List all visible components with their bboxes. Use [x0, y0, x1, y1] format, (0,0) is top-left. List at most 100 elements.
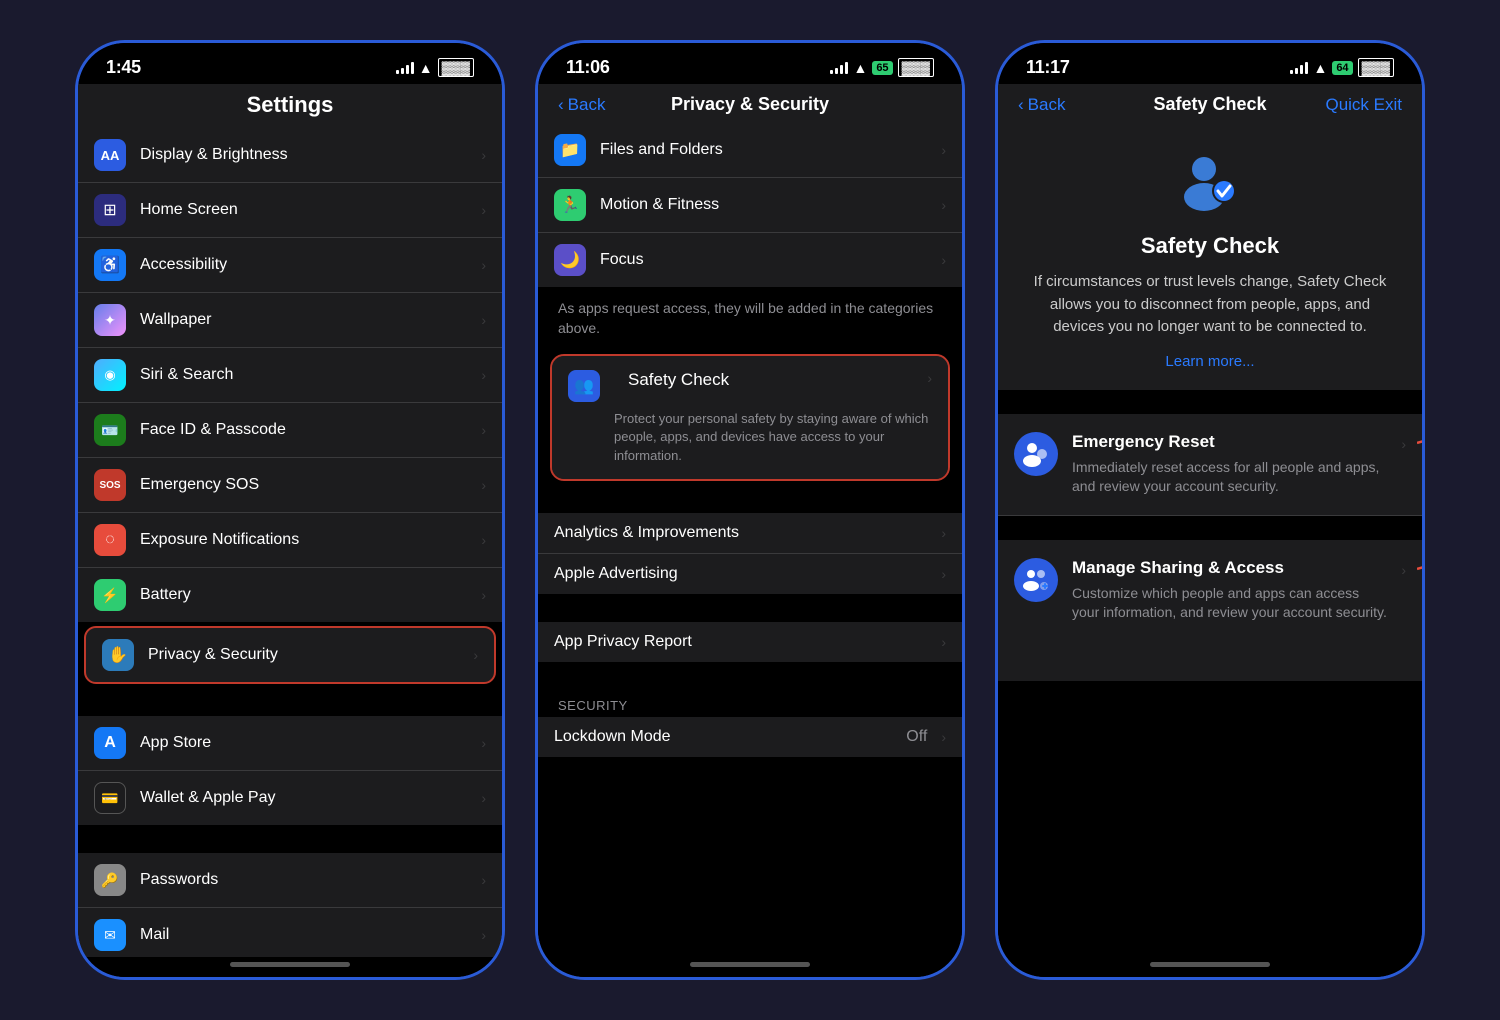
privacy-section-wrapper: ✋ Privacy & Security › — [78, 622, 502, 688]
manage-sharing-item[interactable]: Manage Sharing & Access Customize which … — [998, 540, 1422, 641]
privacy-title: Privacy & Security — [671, 94, 829, 115]
safety-check-content: Safety Check If circumstances or trust l… — [998, 123, 1422, 957]
settings-item-wallet[interactable]: 💳 Wallet & Apple Pay › — [78, 771, 502, 825]
mail-chevron: › — [481, 927, 486, 943]
homescreen-icon: ⊞ — [94, 194, 126, 226]
settings-item-privacy-report[interactable]: App Privacy Report › — [538, 622, 962, 662]
red-arrow-1 — [1417, 428, 1422, 458]
files-label: Files and Folders — [600, 141, 933, 159]
emergency-reset-item[interactable]: Emergency Reset Immediately reset access… — [998, 414, 1422, 516]
home-indicator-3 — [998, 957, 1422, 977]
exposure-label: Exposure Notifications — [140, 531, 473, 549]
lockdown-value: Off — [906, 728, 927, 746]
passwords-chevron: › — [481, 872, 486, 888]
back-label-2: Back — [568, 95, 606, 115]
settings-item-advertising[interactable]: Apple Advertising › — [538, 554, 962, 594]
learn-more-link[interactable]: Learn more... — [1165, 353, 1254, 370]
emergency-reset-icon — [1014, 432, 1058, 476]
lockdown-chevron: › — [941, 729, 946, 745]
privacy-label: Privacy & Security — [148, 646, 465, 664]
safety-hero-icon — [1178, 153, 1242, 217]
display-label: Display & Brightness — [140, 146, 473, 164]
fitness-icon: 🏃 — [554, 189, 586, 221]
phone-1: 1:45 ▲ ▓▓▓ Settings AA Display & Brightn… — [75, 40, 505, 980]
settings-item-analytics[interactable]: Analytics & Improvements › — [538, 513, 962, 554]
safety-hero-title: Safety Check — [1141, 233, 1279, 259]
battery-icon-3: ▓▓▓ — [1358, 58, 1394, 77]
advertising-label: Apple Advertising — [554, 565, 933, 583]
settings-item-focus[interactable]: 🌙 Focus › — [538, 233, 962, 287]
red-arrow-2 — [1417, 554, 1422, 584]
settings-item-privacy[interactable]: ✋ Privacy & Security › — [84, 626, 496, 684]
emergency-reset-title: Emergency Reset — [1072, 432, 1387, 452]
home-indicator-2 — [538, 957, 962, 977]
battery-icon: ▓▓▓ — [438, 58, 474, 77]
display-chevron: › — [481, 147, 486, 163]
settings-item-homescreen[interactable]: ⊞ Home Screen › — [78, 183, 502, 238]
wifi-icon-3: ▲ — [1313, 60, 1327, 76]
settings-item-passwords[interactable]: 🔑 Passwords › — [78, 853, 502, 908]
appstore-label: App Store — [140, 734, 473, 752]
signal-icon — [396, 62, 414, 74]
wallpaper-chevron: › — [481, 312, 486, 328]
wallpaper-label: Wallpaper — [140, 311, 473, 329]
manage-sharing-desc: Customize which people and apps can acce… — [1072, 584, 1387, 623]
privacy-chevron: › — [473, 647, 478, 663]
settings-item-mail[interactable]: ✉ Mail › — [78, 908, 502, 957]
security-section-label: SECURITY — [538, 690, 962, 717]
phone-3: 11:17 ▲ 64 ▓▓▓ ‹ Back Safety Check Quick… — [995, 40, 1425, 980]
mail-label: Mail — [140, 926, 473, 944]
settings-item-wallpaper[interactable]: ✦ Wallpaper › — [78, 293, 502, 348]
homescreen-label: Home Screen — [140, 201, 473, 219]
wallet-label: Wallet & Apple Pay — [140, 789, 473, 807]
safety-check-label: Safety Check — [628, 370, 905, 390]
section-other: Analytics & Improvements › Apple Adverti… — [538, 513, 962, 594]
privacy-report-chevron: › — [941, 634, 946, 650]
settings-item-fitness[interactable]: 🏃 Motion & Fitness › — [538, 178, 962, 233]
settings-item-files[interactable]: 📁 Files and Folders › — [538, 123, 962, 178]
back-button-2[interactable]: ‹ Back — [558, 95, 605, 115]
lockdown-label: Lockdown Mode — [554, 728, 906, 746]
quick-exit-button[interactable]: Quick Exit — [1325, 95, 1402, 115]
section-display-group: AA Display & Brightness › ⊞ Home Screen … — [78, 128, 502, 622]
accessibility-label: Accessibility — [140, 256, 473, 274]
status-icons-3: ▲ 64 ▓▓▓ — [1290, 58, 1394, 77]
time-3: 11:17 — [1026, 57, 1070, 78]
exposure-icon: ◌ — [94, 524, 126, 556]
sos-chevron: › — [481, 477, 486, 493]
settings-item-exposure[interactable]: ◌ Exposure Notifications › — [78, 513, 502, 568]
safety-check-chevron: › — [927, 370, 932, 386]
fitness-chevron: › — [941, 197, 946, 213]
passwords-icon: 🔑 — [94, 864, 126, 896]
battery-icon-2: ▓▓▓ — [898, 58, 934, 77]
wifi-icon: ▲ — [419, 60, 433, 76]
settings-item-appstore[interactable]: A App Store › — [78, 716, 502, 771]
sos-icon: SOS — [94, 469, 126, 501]
files-chevron: › — [941, 142, 946, 158]
safety-check-item[interactable]: 👥 Safety Check › — [552, 356, 948, 410]
focus-icon: 🌙 — [554, 244, 586, 276]
settings-item-accessibility[interactable]: ♿ Accessibility › — [78, 238, 502, 293]
safety-check-box[interactable]: 👥 Safety Check › Protect your personal s… — [550, 354, 950, 481]
settings-item-display[interactable]: AA Display & Brightness › — [78, 128, 502, 183]
settings-item-faceid[interactable]: 🪪 Face ID & Passcode › — [78, 403, 502, 458]
status-bar-3: 11:17 ▲ 64 ▓▓▓ — [998, 43, 1422, 84]
signal-icon-2 — [830, 62, 848, 74]
safety-hero-desc: If circumstances or trust levels change,… — [1026, 271, 1394, 339]
mail-icon: ✉ — [94, 919, 126, 951]
time-1: 1:45 — [106, 57, 141, 78]
battery-badge-3: 64 — [1332, 61, 1352, 75]
siri-chevron: › — [481, 367, 486, 383]
manage-sharing-icon — [1014, 558, 1058, 602]
settings-item-battery[interactable]: ⚡ Battery › — [78, 568, 502, 622]
faceid-icon: 🪪 — [94, 414, 126, 446]
security-section: SECURITY Lockdown Mode Off › — [538, 690, 962, 757]
back-chevron-2: ‹ — [558, 95, 564, 115]
settings-item-lockdown[interactable]: Lockdown Mode Off › — [538, 717, 962, 757]
settings-item-siri[interactable]: ◉ Siri & Search › — [78, 348, 502, 403]
settings-item-sos[interactable]: SOS Emergency SOS › — [78, 458, 502, 513]
battery-settings-icon: ⚡ — [94, 579, 126, 611]
back-button-3[interactable]: ‹ Back — [1018, 95, 1065, 115]
faceid-chevron: › — [481, 422, 486, 438]
permissions-info-text: As apps request access, they will be add… — [538, 287, 962, 350]
